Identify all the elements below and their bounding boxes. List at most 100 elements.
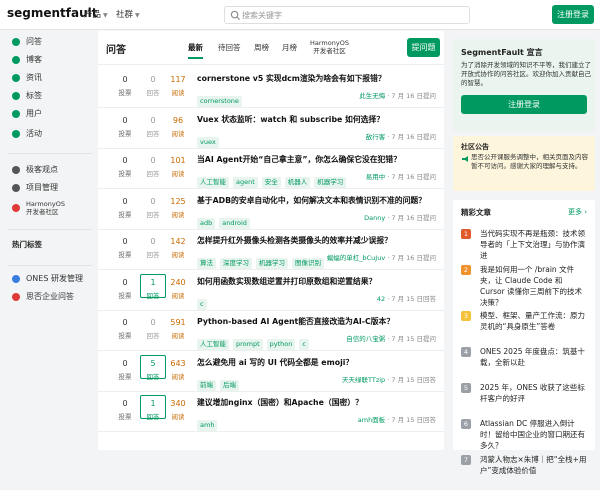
- rank-badge: 3: [461, 311, 471, 321]
- question-row[interactable]: 0 投票 0 回答 142 阅读 怎样提升红外摄像头检测各类摄像头的效率并减少误报？ 算法 深度…: [98, 229, 444, 269]
- geek-icon: [12, 166, 20, 174]
- article-item[interactable]: 7 鸿蒙人物志×朱博｜把“全栈+用户”变成体验价值: [461, 454, 589, 490]
- question-tag[interactable]: vuex: [197, 136, 219, 148]
- article-item[interactable]: 6 Atlassian DC 停服进入倒计时！留给中国企业的窗口期还有多久？: [461, 418, 589, 454]
- question-tag[interactable]: 机器学习: [256, 258, 288, 269]
- article-item[interactable]: 1 当代码实现不再是瓶颈：技术领导者的「上下文治理」与协作演进: [461, 228, 589, 264]
- question-row[interactable]: 0 投票 0 回答 125 阅读 基于ADB的安卓自动化中，如何解决文本和表情识别不准的问题…: [98, 189, 444, 229]
- question-tag[interactable]: 后端: [220, 379, 239, 391]
- tab-latest[interactable]: 最新: [188, 42, 203, 59]
- sidebar-item-label: 活动: [26, 129, 42, 138]
- article-title[interactable]: 当代码实现不再是瓶颈：技术领导者的「上下文治理」与协作演进: [480, 228, 589, 261]
- view-count: 340 阅读: [165, 398, 191, 421]
- question-tag[interactable]: 前端: [197, 379, 216, 391]
- question-title[interactable]: 如何用函数实现数组逆置并打印原数组和逆置结果？: [197, 276, 439, 287]
- question-meta: 敌行客 · 7 月 16 日提问: [366, 131, 436, 141]
- question-row[interactable]: 0 投票 0 回答 96 阅读 Vuex 状态监听：watch 和 subscribe 如何…: [98, 108, 444, 148]
- tab-harmonyos[interactable]: HarmonyOS 开发者社区: [310, 39, 349, 55]
- ones-icon: [12, 275, 20, 283]
- author-link[interactable]: 蝙蝠的单杠_bCuJuv: [327, 254, 385, 262]
- search-box[interactable]: 搜索关键字: [224, 6, 470, 24]
- question-row[interactable]: 0 投票 0 回答 117 阅读 cornerstone v5 实现dcm渲染为啥会有如下报…: [98, 67, 444, 107]
- question-title[interactable]: 建议增加nginx（国密）和Apache（国密）？: [197, 397, 439, 408]
- welcome-login-button[interactable]: 注册登录: [461, 95, 587, 114]
- question-tag[interactable]: 算法: [197, 258, 216, 269]
- question-tag[interactable]: 机器人: [284, 177, 311, 188]
- articles-more-link[interactable]: 更多 ›: [568, 207, 587, 217]
- question-title[interactable]: 基于ADB的安卓自动化中，如何解决文本和表情识别不准的问题？: [197, 195, 439, 206]
- author-link[interactable]: 自信的八宝粥: [346, 335, 385, 343]
- question-tag[interactable]: python: [266, 339, 296, 350]
- author-link[interactable]: 易用中: [366, 173, 386, 181]
- sidebar-divider: [8, 229, 92, 230]
- sidebar-item-label: 资讯: [26, 73, 42, 82]
- question-tags: amh: [197, 412, 221, 431]
- users-icon: [12, 110, 20, 118]
- question-tag[interactable]: adb: [197, 217, 216, 229]
- article-title[interactable]: 模型、框架、量产工作流：原力灵机的“具身原生”答卷: [480, 310, 589, 332]
- question-row[interactable]: 0 投票 1 回答 340 阅读 建议增加nginx（国密）和Apache（国密）？ amh a…: [98, 391, 444, 431]
- article-item[interactable]: 5 2025 年，ONES 收获了这些标杆客户的好评: [461, 382, 589, 418]
- nav-community[interactable]: 社群 ▼: [116, 8, 140, 20]
- tab-unanswered[interactable]: 待回答: [218, 42, 241, 53]
- question-tag[interactable]: 人工智能: [197, 177, 229, 188]
- question-tag[interactable]: 图像识别: [292, 258, 324, 269]
- question-tag[interactable]: c: [299, 339, 309, 350]
- article-item[interactable]: 3 模型、框架、量产工作流：原力灵机的“具身原生”答卷: [461, 310, 589, 346]
- question-tag[interactable]: prompt: [233, 339, 263, 350]
- question-tag[interactable]: 深度学习: [220, 258, 252, 269]
- view-label: 阅读: [171, 210, 185, 219]
- vote-number: 0: [122, 399, 128, 408]
- article-title[interactable]: 鸿蒙人物志×朱博｜把“全栈+用户”变成体验价值: [480, 454, 589, 476]
- answer-count: 1 回答: [140, 273, 166, 300]
- tab-monthly[interactable]: 月榜: [282, 42, 297, 53]
- question-tag[interactable]: android: [219, 217, 250, 229]
- question-title[interactable]: 怎么避免用 ai 写的 UI 代码全都是 emoji？: [197, 357, 439, 368]
- question-meta: Danny · 7 月 16 日提问: [364, 212, 436, 222]
- question-row[interactable]: 0 投票 0 回答 591 阅读 Python-based AI Agent能否直接改造为A…: [98, 310, 444, 350]
- tab-weekly[interactable]: 周榜: [254, 42, 269, 53]
- login-button[interactable]: 注册登录: [552, 5, 594, 24]
- notice-text[interactable]: 思否公开课服务调整中，相关页面及内容暂不可访问。感谢大家的理解与支持。: [471, 153, 591, 171]
- view-count: 125 阅读: [165, 196, 191, 219]
- question-tag[interactable]: 人工智能: [197, 339, 229, 350]
- project-icon: [12, 184, 20, 192]
- question-title[interactable]: 当AI Agent开始“自己拿主意”，你怎么确保它没在犯错？: [197, 154, 439, 165]
- question-title[interactable]: cornerstone v5 实现dcm渲染为啥会有如下报错？: [197, 73, 439, 84]
- question-tag[interactable]: agent: [233, 177, 258, 188]
- author-link[interactable]: 42: [377, 295, 385, 303]
- article-title[interactable]: Atlassian DC 停服进入倒计时！留给中国企业的窗口期还有多久？: [480, 418, 589, 451]
- question-row[interactable]: 0 投票 5 回答 643 阅读 怎么避免用 ai 写的 UI 代码全都是 emoji？ 前端…: [98, 351, 444, 391]
- article-title[interactable]: ONES 2025 年度盘点：筑基十载，全新以赴: [480, 346, 589, 368]
- search-input[interactable]: 搜索关键字: [242, 10, 282, 21]
- answer-count: 0 回答: [140, 317, 166, 340]
- article-title[interactable]: 我是如何用一个 /brain 文件夹，让 Claude Code 和 Curso…: [480, 264, 589, 308]
- vote-label: 投票: [118, 129, 132, 138]
- question-row[interactable]: 0 投票 0 回答 101 阅读 当AI Agent开始“自己拿主意”，你怎么确保它没在犯错…: [98, 148, 444, 188]
- question-tag[interactable]: 安全: [261, 177, 281, 188]
- author-link[interactable]: amh面板: [358, 416, 385, 424]
- author-link[interactable]: Danny: [364, 214, 385, 222]
- view-count: 101 阅读: [165, 155, 191, 178]
- author-link[interactable]: 天天绿联TTzip: [342, 376, 385, 384]
- question-tag[interactable]: c: [197, 298, 207, 310]
- question-title[interactable]: Vuex 状态监听：watch 和 subscribe 如何选择？: [197, 114, 439, 125]
- question-title[interactable]: 怎样提升红外摄像头检测各类摄像头的效率并减少误报？: [197, 235, 439, 246]
- question-tag[interactable]: amh: [197, 420, 218, 431]
- question-tag[interactable]: 机器学习: [314, 177, 347, 188]
- question-title[interactable]: Python-based AI Agent能否直接改造为AI-C版本？: [197, 316, 439, 327]
- articles-more-label: 更多: [567, 208, 582, 216]
- author-link[interactable]: 敌行客: [366, 133, 386, 141]
- answer-label: 回答: [146, 170, 160, 178]
- author-link[interactable]: 此生无悔: [359, 92, 385, 100]
- article-title[interactable]: 2025 年，ONES 收获了这些标杆客户的好评: [480, 382, 589, 404]
- article-item[interactable]: 2 我是如何用一个 /brain 文件夹，让 Claude Code 和 Curs…: [461, 264, 589, 310]
- row-divider: [98, 431, 444, 432]
- article-item[interactable]: 4 ONES 2025 年度盘点：筑基十载，全新以赴: [461, 346, 589, 382]
- answer-number: 0: [150, 237, 156, 246]
- question-time: · 7 月 15 日回答: [385, 416, 436, 424]
- question-tag[interactable]: cornerstone: [197, 96, 242, 107]
- ask-question-button[interactable]: 提问题: [407, 38, 440, 57]
- nav-products[interactable]: 产品 ▼: [84, 8, 108, 20]
- question-row[interactable]: 0 投票 1 回答 240 阅读 如何用函数实现数组逆置并打印原数组和逆置结果？ c 42 · …: [98, 270, 444, 310]
